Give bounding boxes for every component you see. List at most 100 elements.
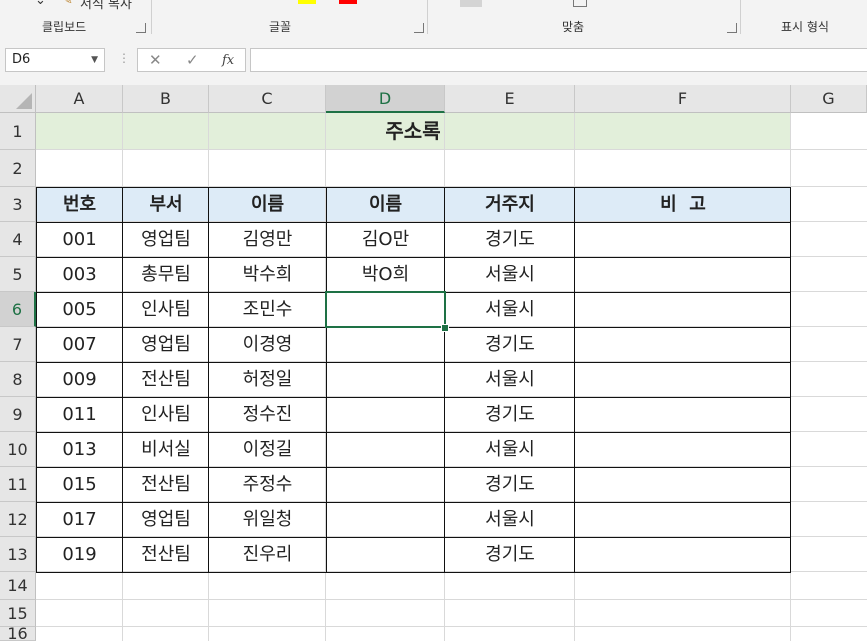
table-cell[interactable]: 경기도 <box>445 222 575 257</box>
table-cell[interactable] <box>575 502 791 537</box>
table-cell[interactable] <box>575 292 791 327</box>
table-header-cell[interactable]: 거주지 <box>445 187 575 222</box>
table-cell[interactable]: 007 <box>36 327 123 362</box>
active-cell-d6[interactable] <box>325 291 446 328</box>
table-cell[interactable]: 서울시 <box>445 502 575 537</box>
enter-icon[interactable]: ✓ <box>186 51 199 69</box>
table-cell[interactable]: 영업팀 <box>123 502 209 537</box>
column-header-b[interactable]: B <box>123 85 209 113</box>
table-cell[interactable]: 정수진 <box>209 397 326 432</box>
table-cell[interactable]: 전산팀 <box>123 537 209 572</box>
table-cell[interactable] <box>575 467 791 502</box>
table-cell[interactable]: 001 <box>36 222 123 257</box>
column-header-a[interactable]: A <box>36 85 123 113</box>
format-painter-chevron-icon[interactable]: ⌄ <box>35 0 46 8</box>
font-color-swatch[interactable] <box>339 0 357 4</box>
row-header-16[interactable]: 16 <box>0 626 36 642</box>
table-cell[interactable]: 009 <box>36 362 123 397</box>
table-cell[interactable] <box>326 327 445 362</box>
table-cell[interactable]: 이경영 <box>209 327 326 362</box>
table-cell[interactable]: 박O희 <box>326 257 445 292</box>
table-cell[interactable]: 김O만 <box>326 222 445 257</box>
table-cell[interactable] <box>575 257 791 292</box>
column-header-d[interactable]: D <box>326 85 445 113</box>
font-launcher-icon[interactable] <box>414 23 424 33</box>
table-header-cell[interactable]: 이름 <box>326 187 445 222</box>
row-header-3[interactable]: 3 <box>0 187 36 222</box>
sheet-title[interactable]: 주소록 <box>36 113 790 150</box>
column-header-f[interactable]: F <box>575 85 791 113</box>
table-cell[interactable]: 총무팀 <box>123 257 209 292</box>
table-cell[interactable]: 영업팀 <box>123 327 209 362</box>
table-cell[interactable] <box>326 537 445 572</box>
table-cell[interactable]: 서울시 <box>445 432 575 467</box>
table-cell[interactable]: 김영만 <box>209 222 326 257</box>
row-header-15[interactable]: 15 <box>0 600 36 627</box>
row-header-14[interactable]: 14 <box>0 572 36 600</box>
row-header-12[interactable]: 12 <box>0 502 36 537</box>
wrap-text-icon[interactable] <box>573 0 587 7</box>
table-cell[interactable]: 진우리 <box>209 537 326 572</box>
highlight-color-swatch[interactable] <box>298 0 316 4</box>
table-cell[interactable]: 주정수 <box>209 467 326 502</box>
table-cell[interactable] <box>575 362 791 397</box>
table-cell[interactable]: 경기도 <box>445 397 575 432</box>
table-cell[interactable]: 전산팀 <box>123 467 209 502</box>
row-header-4[interactable]: 4 <box>0 222 36 257</box>
table-cell[interactable]: 인사팀 <box>123 397 209 432</box>
table-cell[interactable]: 003 <box>36 257 123 292</box>
table-header-cell[interactable]: 이름 <box>209 187 326 222</box>
table-cell[interactable] <box>326 432 445 467</box>
table-cell[interactable] <box>575 327 791 362</box>
table-cell[interactable]: 005 <box>36 292 123 327</box>
row-header-10[interactable]: 10 <box>0 432 36 467</box>
column-header-e[interactable]: E <box>445 85 575 113</box>
table-cell[interactable] <box>326 467 445 502</box>
table-cell[interactable]: 비서실 <box>123 432 209 467</box>
table-cell[interactable]: 013 <box>36 432 123 467</box>
table-cell[interactable]: 박수희 <box>209 257 326 292</box>
table-cell[interactable]: 017 <box>36 502 123 537</box>
table-cell[interactable] <box>575 432 791 467</box>
table-cell[interactable]: 인사팀 <box>123 292 209 327</box>
table-cell[interactable]: 허정일 <box>209 362 326 397</box>
table-header-cell[interactable]: 비 고 <box>575 187 791 222</box>
table-cell[interactable]: 011 <box>36 397 123 432</box>
row-header-5[interactable]: 5 <box>0 257 36 292</box>
row-header-13[interactable]: 13 <box>0 537 36 572</box>
format-painter-button[interactable]: 서식 복사 <box>80 0 132 12</box>
row-header-1[interactable]: 1 <box>0 113 36 150</box>
alignment-launcher-icon[interactable] <box>727 23 737 33</box>
table-cell[interactable]: 이정길 <box>209 432 326 467</box>
align-center-button[interactable] <box>460 0 482 7</box>
clipboard-launcher-icon[interactable] <box>136 23 146 33</box>
splitter-dots-icon[interactable]: ⋮ <box>118 51 130 65</box>
row-header-9[interactable]: 9 <box>0 397 36 432</box>
table-cell[interactable]: 015 <box>36 467 123 502</box>
column-header-g[interactable]: G <box>791 85 867 113</box>
formula-input[interactable] <box>250 48 867 72</box>
table-cell[interactable] <box>575 397 791 432</box>
table-cell[interactable]: 019 <box>36 537 123 572</box>
fill-handle[interactable] <box>441 324 449 332</box>
table-cell[interactable] <box>326 362 445 397</box>
chevron-down-icon[interactable]: ▼ <box>91 49 98 71</box>
column-header-c[interactable]: C <box>209 85 326 113</box>
cancel-icon[interactable]: ✕ <box>149 51 162 69</box>
insert-function-icon[interactable]: fx <box>222 53 234 68</box>
table-cell[interactable]: 경기도 <box>445 537 575 572</box>
row-header-2[interactable]: 2 <box>0 150 36 187</box>
table-cell[interactable] <box>575 537 791 572</box>
table-header-cell[interactable]: 부서 <box>123 187 209 222</box>
table-cell[interactable]: 서울시 <box>445 362 575 397</box>
table-cell[interactable]: 전산팀 <box>123 362 209 397</box>
row-header-8[interactable]: 8 <box>0 362 36 397</box>
table-cell[interactable]: 서울시 <box>445 292 575 327</box>
select-all-corner[interactable] <box>0 85 36 113</box>
table-cell[interactable]: 조민수 <box>209 292 326 327</box>
format-painter-icon[interactable]: ✎ <box>62 0 73 8</box>
name-box[interactable]: D6 ▼ <box>5 48 105 72</box>
table-header-cell[interactable]: 번호 <box>36 187 123 222</box>
table-cell[interactable]: 경기도 <box>445 327 575 362</box>
table-cell[interactable] <box>326 397 445 432</box>
